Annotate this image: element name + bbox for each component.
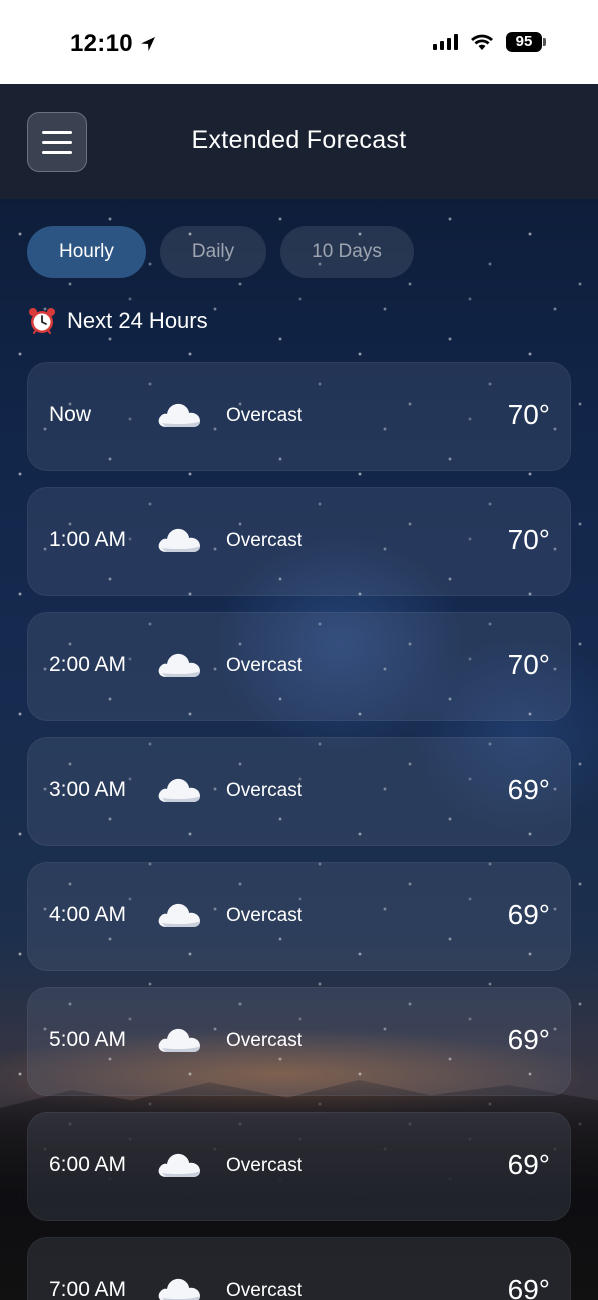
forecast-temperature: 69° [507, 1274, 550, 1300]
tab-daily[interactable]: Daily [159, 226, 267, 278]
location-arrow-icon [140, 37, 155, 51]
forecast-row[interactable]: 6:00 AM Overcast 69° [27, 1112, 571, 1221]
forecast-condition: Overcast [226, 905, 303, 926]
alarm-clock-icon [29, 308, 55, 334]
forecast-time: 2:00 AM [49, 653, 127, 676]
forecast-row[interactable]: 2:00 AM Overcast 70° [27, 612, 571, 721]
forecast-time: 4:00 AM [49, 903, 127, 926]
forecast-temperature: 69° [507, 899, 550, 930]
forecast-time: Now [49, 403, 92, 426]
forecast-temperature: 70° [507, 649, 550, 680]
forecast-temperature: 69° [507, 1024, 550, 1055]
forecast-time: 5:00 AM [49, 1028, 127, 1051]
forecast-row[interactable]: 4:00 AM Overcast 69° [27, 862, 571, 971]
forecast-time: 1:00 AM [49, 528, 127, 551]
app-header: Extended Forecast [0, 84, 598, 199]
forecast-condition: Overcast [226, 1155, 303, 1176]
page-title: Extended Forecast [191, 126, 407, 154]
forecast-condition: Overcast [226, 655, 303, 676]
forecast-condition: Overcast [226, 530, 303, 551]
tab-10-days[interactable]: 10 Days [280, 226, 414, 278]
cloud-icon [158, 403, 200, 427]
forecast-tabs: Hourly Daily 10 Days [27, 226, 414, 278]
cloud-icon [158, 1028, 200, 1052]
forecast-condition: Overcast [226, 1030, 303, 1051]
battery-icon: 95 [506, 32, 546, 52]
forecast-time: 7:00 AM [49, 1278, 127, 1300]
clock-text: 12:10 [70, 30, 133, 57]
forecast-row[interactable]: Now Overcast 70° [27, 362, 571, 471]
cloud-icon [158, 1153, 200, 1177]
cellular-signal-icon [433, 34, 458, 50]
forecast-row[interactable]: 7:00 AM Overcast 69° [27, 1237, 571, 1300]
forecast-row[interactable]: 5:00 AM Overcast 69° [27, 987, 571, 1096]
wifi-icon [471, 34, 493, 50]
cloud-icon [158, 528, 200, 552]
forecast-condition: Overcast [226, 780, 303, 801]
forecast-temperature: 69° [507, 774, 550, 805]
forecast-row[interactable]: 1:00 AM Overcast 70° [27, 487, 571, 596]
status-time: 12:10 [70, 30, 157, 58]
cloud-icon [158, 653, 200, 677]
tab-hourly[interactable]: Hourly [27, 226, 146, 278]
section-header: Next 24 Hours [27, 306, 208, 336]
cloud-icon [158, 903, 200, 927]
status-bar: 12:10 95 [0, 0, 598, 84]
forecast-condition: Overcast [226, 405, 303, 426]
cloud-icon [158, 1278, 200, 1300]
forecast-time: 3:00 AM [49, 778, 127, 801]
forecast-temperature: 69° [507, 1149, 550, 1180]
forecast-row[interactable]: 3:00 AM Overcast 69° [27, 737, 571, 846]
section-title: Next 24 Hours [67, 308, 208, 333]
status-indicators: 95 [433, 32, 546, 52]
cloud-icon [158, 778, 200, 802]
forecast-condition: Overcast [226, 1280, 303, 1300]
app-screen: Extended Forecast Hourly Daily 10 Days N… [0, 84, 598, 1300]
forecast-temperature: 70° [507, 399, 550, 430]
forecast-time: 6:00 AM [49, 1153, 127, 1176]
forecast-temperature: 70° [507, 524, 550, 555]
battery-level: 95 [515, 33, 533, 50]
